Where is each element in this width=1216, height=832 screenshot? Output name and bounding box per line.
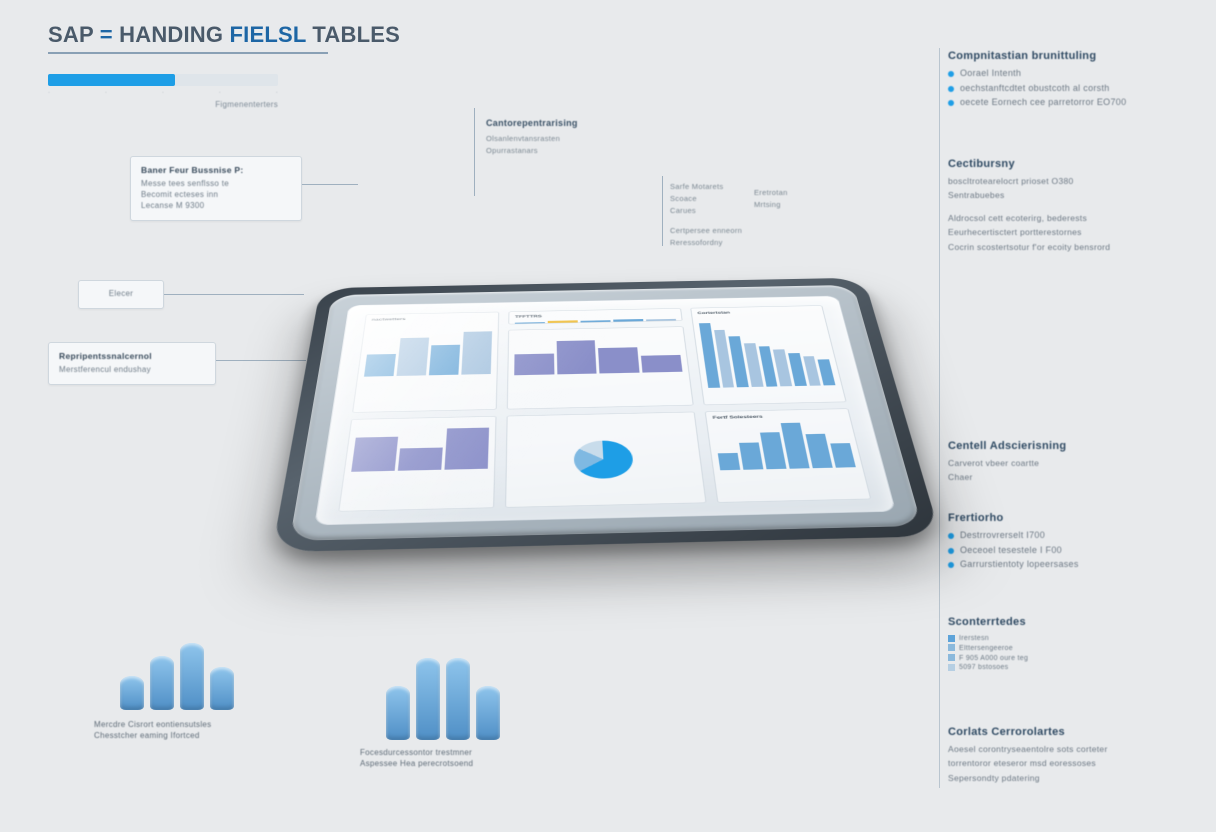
callout-1-line2: Becomit ecteses inn: [141, 190, 291, 201]
side-1-item: oecete Eornech cee parretorror EO700: [948, 97, 1176, 109]
side-section-3: Centell Adscierisning Carverot vbeer coa…: [948, 440, 1176, 487]
side-1-title: Compnitastian brunittuling: [948, 50, 1176, 62]
callout-box-3: Repripentssnalcernol Merstferencul endus…: [48, 342, 216, 385]
cylinder-chart-mid: [386, 640, 500, 740]
side-6-body: Sepersondty pdatering: [948, 773, 1176, 784]
lead-line: [474, 108, 475, 196]
mid-list-c1-1: Sarfe Motarets: [670, 182, 723, 192]
callout-1-head: Baner Feur Bussnise P:: [141, 165, 291, 176]
legend-item: F 905 A000 oure teg: [959, 655, 1028, 662]
mini-progress-card: ····· Figmenenterters: [48, 74, 278, 109]
side-2-body: Aldrocsol cett ecoterirg, bederests: [948, 213, 1176, 224]
callout-3-sub: Merstferencul endushay: [59, 365, 205, 376]
side-4-item: Destrrovrerselt I700: [948, 530, 1176, 542]
side-section-2: Cectibursny boscltrotearelocrt prioset O…: [948, 158, 1176, 256]
screen-tile: [338, 416, 496, 512]
mini-progress-label: Figmenenterters: [48, 100, 278, 109]
side-section-1: Compnitastian brunittuling Oorael Intent…: [948, 50, 1176, 112]
mid-list-foot1: Certpersee enneorn: [670, 226, 742, 236]
mid-list-c1-3: Carues: [670, 206, 696, 216]
side-2-intro: boscltrotearelocrt prioset O380: [948, 176, 1176, 187]
legend-item: Irerstesn: [959, 635, 989, 642]
mid-list-c2-1: Eretrotan: [754, 188, 788, 198]
mid-list-foot2: Reressofordny: [670, 238, 723, 248]
mid-list-c1-2: Scoace: [670, 194, 697, 204]
mid-list-c2-2: Mrtsing: [754, 200, 781, 210]
page-title: SAP = HANDING FIELSL TABLES: [48, 22, 400, 48]
title-prefix: SAP: [48, 22, 93, 47]
side-1-item: Oorael Intenth: [948, 68, 1176, 80]
lead-line: [302, 184, 358, 185]
title-word4: TABLES: [312, 22, 400, 47]
legend-item: 5097 bstosoes: [959, 664, 1008, 671]
mini-progress-fill: [48, 74, 175, 86]
side-2-body: Eeurhecertisctert portterestornes: [948, 227, 1176, 238]
mini-progress-ticks: ·····: [48, 90, 278, 96]
side-2-intro: Sentrabuebes: [948, 190, 1176, 201]
callout-3-head: Repripentssnalcernol: [59, 351, 205, 362]
side-3-line: Carverot vbeer coartte: [948, 458, 1176, 469]
side-1-item: oechstanftcdtet obustcoth al corsth: [948, 83, 1176, 95]
cyl-chart-mid-caption: Focesdurcessontor trestmner Aspessee Hea…: [360, 748, 560, 770]
side-section-5: Sconterrtedes Irerstesn Elttersengeeroe …: [948, 616, 1176, 673]
cyl-chart-left-caption: Mercdre Cisrort eontiensutsles Chesstche…: [94, 720, 294, 742]
side-2-body: Cocrin scostertsotur f'or ecoity bensror…: [948, 242, 1176, 253]
side-section-6: Corlats Cerrorolartes Aoesel corontrysea…: [948, 726, 1176, 787]
center-block-line1: Olsanlenvtansrasten: [486, 134, 560, 144]
legend-item: Elttersengeeroe: [959, 645, 1013, 652]
side-3-title: Centell Adscierisning: [948, 440, 1176, 452]
title-sep: =: [93, 22, 119, 47]
pie-chart-icon: [573, 440, 634, 479]
side-6-body: torrentoror eteseror msd eoressoses: [948, 758, 1176, 769]
lead-line: [216, 360, 306, 361]
side-6-body: Aoesel corontryseaentolre sots corteter: [948, 744, 1176, 755]
lead-line: [662, 176, 663, 246]
center-block-line2: Opurrastanars: [486, 146, 538, 156]
lead-line: [164, 294, 304, 295]
tablet-screen: nactwetters TFFTTRS Cortertstan: [314, 296, 896, 526]
tablet-device: nactwetters TFFTTRS Cortertstan: [272, 278, 941, 553]
title-word3: FIELSL: [230, 22, 307, 47]
side-4-item: Oeceoel tesestele I F00: [948, 545, 1176, 557]
side-section-4: Frertiorho Destrrovrerselt I700 Oeceoel …: [948, 512, 1176, 574]
side-2-title: Cectibursny: [948, 158, 1176, 170]
title-underline: [48, 52, 328, 54]
title-word2: HANDING: [119, 22, 223, 47]
center-block-title: Cantorepentrarising: [486, 118, 578, 128]
callout-2-label: Elecer: [89, 289, 153, 300]
callout-box-1: Baner Feur Bussnise P: Messe tees senfls…: [130, 156, 302, 221]
callout-1-line3: Lecanse M 9300: [141, 201, 291, 212]
side-4-item: Garrurstientoty lopeersases: [948, 559, 1176, 571]
screen-tile: nactwetters: [352, 312, 499, 413]
mini-progress-track: [48, 74, 278, 86]
side-divider: [939, 48, 940, 788]
side-5-title: Sconterrtedes: [948, 616, 1176, 628]
side-3-line: Chaer: [948, 472, 1176, 483]
screen-tile-pie: [505, 412, 706, 508]
callout-1-line1: Messe tees senflsso te: [141, 179, 291, 190]
side-6-title: Corlats Cerrorolartes: [948, 726, 1176, 738]
callout-box-2: Elecer: [78, 280, 164, 309]
side-4-title: Frertiorho: [948, 512, 1176, 524]
cylinder-chart-left: [120, 620, 234, 710]
